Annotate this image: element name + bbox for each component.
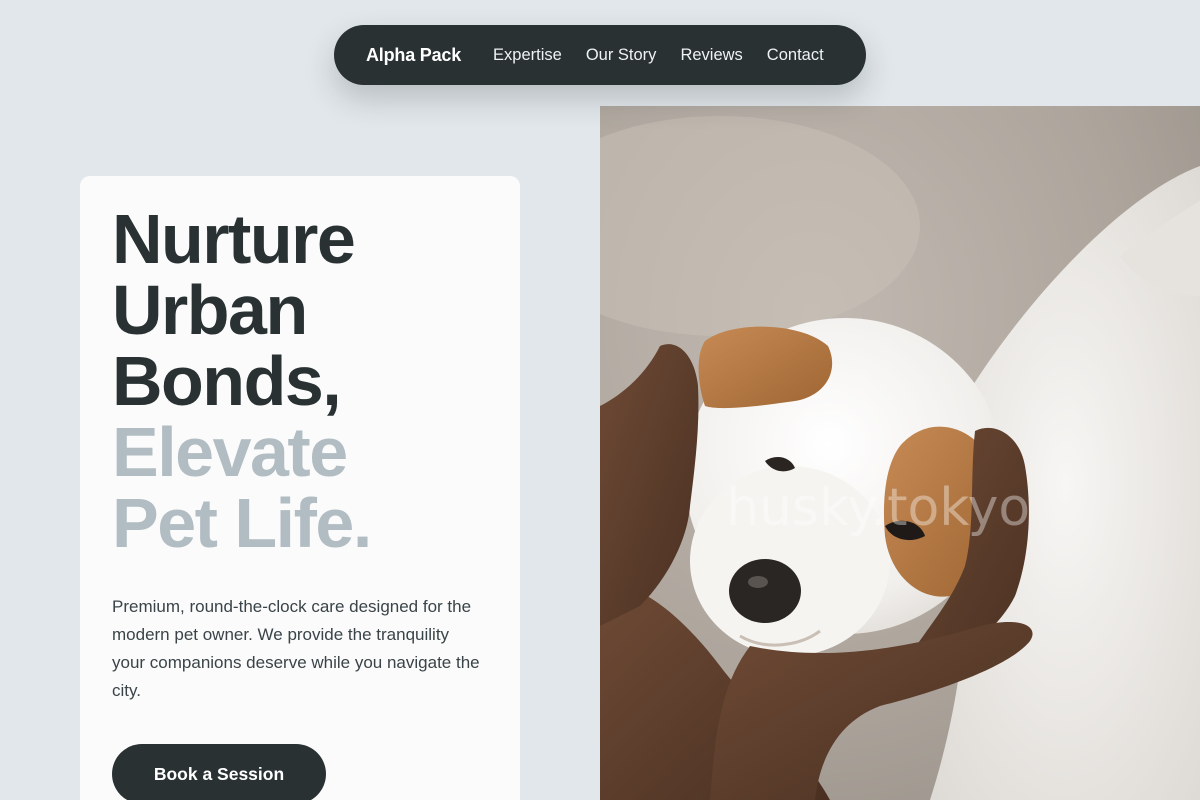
hero-card: Nurture Urban Bonds, Elevate Pet Life. P… xyxy=(80,176,520,800)
hero-photo: husky.tokyo xyxy=(600,106,1200,800)
headline-line-3: Bonds, xyxy=(112,342,342,420)
nav-link-expertise[interactable]: Expertise xyxy=(493,46,562,65)
hero-headline: Nurture Urban Bonds, Elevate Pet Life. xyxy=(112,204,488,559)
book-session-button[interactable]: Book a Session xyxy=(112,744,326,800)
headline-line-5: Pet Life. xyxy=(112,484,372,562)
headline-line-4: Elevate xyxy=(112,413,348,491)
headline-line-1: Nurture xyxy=(112,200,356,278)
nav-link-reviews[interactable]: Reviews xyxy=(680,46,742,65)
headline-line-2: Urban xyxy=(112,271,308,349)
nav-link-our-story[interactable]: Our Story xyxy=(586,46,657,65)
top-nav: Alpha Pack Expertise Our Story Reviews C… xyxy=(334,25,866,85)
puppy-illustration xyxy=(600,106,1200,800)
nav-link-contact[interactable]: Contact xyxy=(767,46,824,65)
photo-watermark: husky.tokyo xyxy=(726,478,1031,538)
brand-logo[interactable]: Alpha Pack xyxy=(366,45,461,66)
hero-description: Premium, round-the-clock care designed f… xyxy=(112,597,480,700)
